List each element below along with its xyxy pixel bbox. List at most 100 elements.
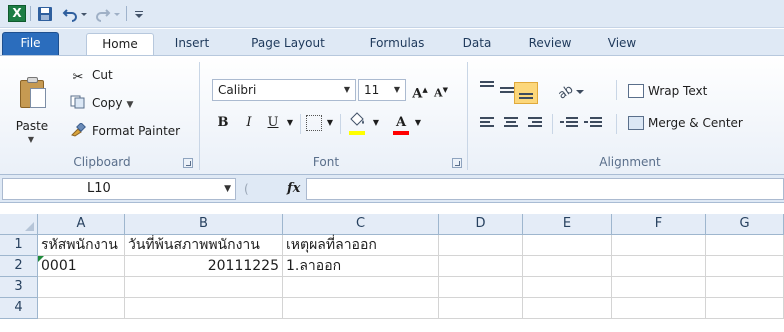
cell-f4[interactable] (612, 298, 706, 319)
merge-center-button[interactable]: Merge & Center (628, 112, 743, 134)
underline-dropdown-icon[interactable]: ▼ (284, 112, 296, 134)
paste-label[interactable]: Paste (12, 119, 52, 133)
column-header-b[interactable]: B (125, 214, 283, 235)
align-center-icon[interactable] (504, 117, 522, 131)
shrink-font-button[interactable]: A▼ (432, 79, 450, 101)
cell-e2[interactable] (523, 256, 612, 277)
cell-a1[interactable]: รหัสพนักงาน (38, 235, 125, 256)
tab-insert[interactable]: Insert (163, 33, 221, 55)
cell-b2[interactable]: 20111225 (125, 256, 283, 277)
paste-button[interactable] (18, 76, 48, 110)
cell-a3[interactable] (38, 277, 125, 298)
cell-d3[interactable] (439, 277, 523, 298)
cell-f3[interactable] (612, 277, 706, 298)
alignment-group-label: Alignment (599, 155, 661, 169)
tab-view[interactable]: View (594, 33, 650, 55)
undo-dropdown-icon[interactable] (80, 6, 88, 22)
cell-d4[interactable] (439, 298, 523, 319)
cell-f2[interactable] (612, 256, 706, 277)
column-header-f[interactable]: F (612, 214, 706, 235)
borders-dropdown-icon[interactable]: ▼ (324, 112, 336, 134)
save-icon[interactable] (37, 6, 53, 22)
underline-button[interactable]: U (262, 112, 284, 134)
customize-qat-icon[interactable] (134, 6, 144, 22)
chevron-down-icon[interactable]: ▼ (224, 179, 231, 199)
select-all-button[interactable] (0, 214, 38, 235)
cell-g1[interactable] (706, 235, 784, 256)
row-header-2[interactable]: 2 (0, 256, 38, 277)
row-header-3[interactable]: 3 (0, 277, 38, 298)
tab-data[interactable]: Data (452, 33, 502, 55)
copy-label: Copy (92, 96, 123, 110)
tab-file[interactable]: File (2, 32, 59, 55)
cell-b1[interactable]: วันที่พ้นสภาพพนักงาน (125, 235, 283, 256)
italic-button[interactable]: I (238, 112, 260, 134)
cell-e3[interactable] (523, 277, 612, 298)
format-painter-button[interactable]: Format Painter (70, 122, 180, 140)
redo-dropdown-icon[interactable] (113, 6, 121, 22)
cell-b4[interactable] (125, 298, 283, 319)
cell-d1[interactable] (439, 235, 523, 256)
merge-center-label: Merge & Center (648, 116, 743, 130)
undo-icon[interactable] (62, 6, 78, 22)
column-header-g[interactable]: G (706, 214, 784, 235)
cut-button[interactable]: ✂ Cut (70, 66, 113, 85)
cell-c4[interactable] (283, 298, 439, 319)
ribbon-tabs: File Home Insert Page Layout Formulas Da… (0, 29, 784, 56)
fill-color-dropdown-icon[interactable]: ▼ (370, 112, 382, 134)
wrap-text-icon (628, 84, 644, 98)
cell-b3[interactable] (125, 277, 283, 298)
excel-logo-icon[interactable]: X (8, 5, 26, 22)
tab-review[interactable]: Review (516, 33, 584, 55)
cell-e4[interactable] (523, 298, 612, 319)
align-right-icon[interactable] (528, 117, 546, 131)
tab-page-layout[interactable]: Page Layout (238, 33, 338, 55)
cell-g3[interactable] (706, 277, 784, 298)
bold-button[interactable]: B (212, 112, 234, 134)
cell-f1[interactable] (612, 235, 706, 256)
column-header-e[interactable]: E (523, 214, 612, 235)
paste-dropdown-icon[interactable]: ▼ (26, 136, 36, 144)
borders-icon[interactable] (306, 115, 322, 131)
font-name-select[interactable]: Calibri ▼ (212, 79, 356, 101)
wrap-text-label: Wrap Text (648, 84, 708, 98)
tab-home[interactable]: Home (86, 33, 154, 56)
align-bottom-icon[interactable] (514, 82, 538, 104)
orientation-icon[interactable]: ab (555, 80, 586, 102)
cell-g2[interactable] (706, 256, 784, 277)
column-header-d[interactable]: D (439, 214, 523, 235)
tab-formulas[interactable]: Formulas (352, 33, 442, 55)
cell-d2[interactable] (439, 256, 523, 277)
clipboard-launcher-icon[interactable] (183, 158, 193, 168)
name-box[interactable]: L10 ▼ (2, 178, 236, 200)
cell-c2[interactable]: 1.ลาออก (283, 256, 439, 277)
formula-bar: L10 ▼ ( fx (0, 175, 784, 203)
wrap-text-button[interactable]: Wrap Text (628, 80, 707, 102)
scissors-icon: ✂ (72, 70, 84, 85)
grow-font-button[interactable]: A▲ (410, 79, 430, 101)
row-header-1[interactable]: 1 (0, 235, 38, 256)
column-header-c[interactable]: C (283, 214, 439, 235)
cell-e1[interactable] (523, 235, 612, 256)
formula-input[interactable] (306, 178, 784, 200)
paintbrush-icon (70, 122, 86, 137)
font-launcher-icon[interactable] (452, 158, 462, 168)
cell-c1[interactable]: เหตุผลที่ลาออก (283, 235, 439, 256)
redo-icon[interactable] (95, 6, 111, 22)
increase-indent-icon[interactable] (584, 117, 602, 131)
copy-button[interactable]: Copy ▼ (70, 94, 133, 112)
align-left-icon[interactable] (480, 117, 498, 131)
cell-a2[interactable]: 0001 (38, 256, 125, 277)
font-size-select[interactable]: 11 ▼ (358, 79, 406, 101)
align-top-icon[interactable] (480, 81, 498, 95)
merge-center-icon (628, 116, 644, 130)
cell-g4[interactable] (706, 298, 784, 319)
row-header-4[interactable]: 4 (0, 298, 38, 319)
column-header-a[interactable]: A (38, 214, 125, 235)
decrease-indent-icon[interactable] (560, 117, 578, 131)
cell-c3[interactable] (283, 277, 439, 298)
insert-function-icon[interactable]: fx (287, 179, 300, 199)
cell-a4[interactable] (38, 298, 125, 319)
copy-dropdown-icon[interactable]: ▼ (126, 100, 133, 110)
font-color-dropdown-icon[interactable]: ▼ (412, 112, 424, 134)
